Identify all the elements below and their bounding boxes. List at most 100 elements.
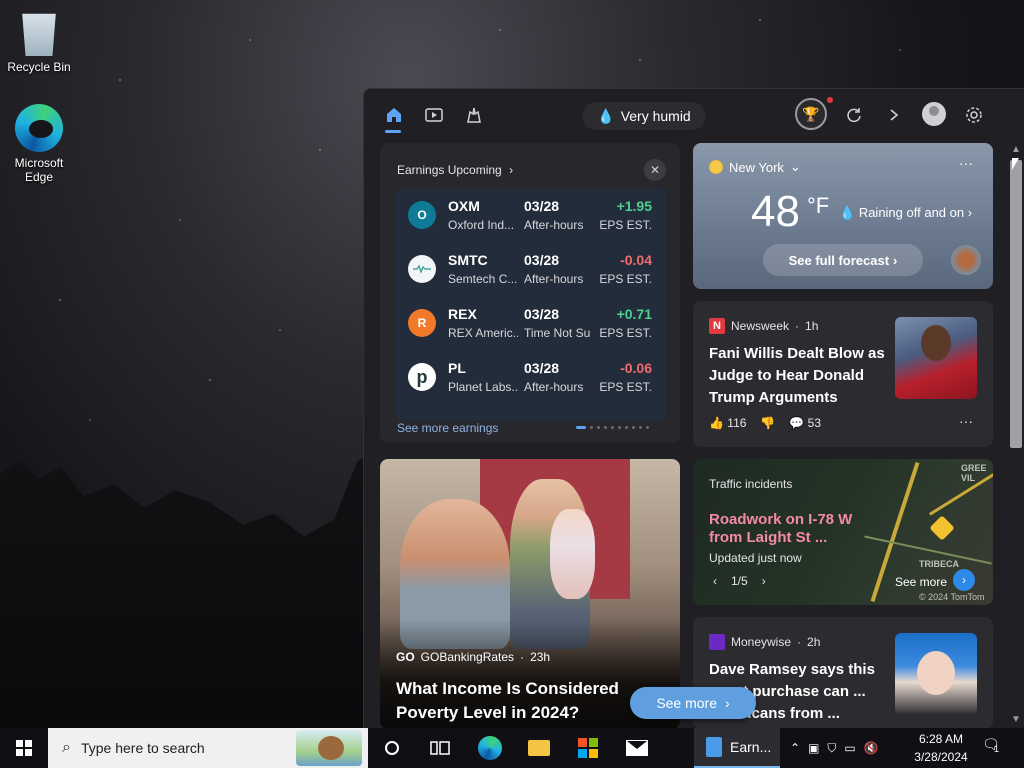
newsweek-logo-icon: N xyxy=(709,318,725,334)
desktop-recycle-bin[interactable]: Recycle Bin xyxy=(1,8,77,74)
network-icon[interactable]: ▭ xyxy=(844,741,855,755)
earnings-row[interactable]: R REX REX Americ... 03/28 Time Not Su +0… xyxy=(396,297,666,351)
taskbar-store[interactable] xyxy=(564,728,612,768)
like-button[interactable]: 👍 116 xyxy=(709,416,746,430)
traffic-pager: ‹ 1/5 › xyxy=(713,574,766,588)
games-icon[interactable] xyxy=(462,103,486,127)
earnings-card: Earnings Upcoming › ✕ O OXM Oxford Ind..… xyxy=(380,143,680,443)
store-icon xyxy=(578,738,598,758)
desktop-edge[interactable]: Microsoft Edge xyxy=(1,104,77,184)
notification-center-icon[interactable]: 🗨 1 xyxy=(982,736,1004,758)
eps-value: -0.04 xyxy=(620,252,652,268)
refresh-icon[interactable] xyxy=(842,103,866,127)
news-headline[interactable]: What Income Is Considered Poverty Level … xyxy=(396,677,636,725)
reactions-bar: 👍 116 👎 💬 53 xyxy=(709,416,821,430)
scroll-up-icon[interactable]: ▲ xyxy=(1008,142,1024,156)
earnings-row[interactable]: p PL Planet Labs... 03/28 After-hours -0… xyxy=(396,351,666,405)
chevron-up-icon[interactable]: ⌃ xyxy=(790,741,800,755)
chevron-down-icon: ⌄ xyxy=(789,159,801,174)
weather-condition[interactable]: 💧 Raining off and on › xyxy=(839,205,972,221)
home-icon[interactable] xyxy=(382,103,406,127)
earnings-time: After-hours xyxy=(524,380,584,394)
earnings-time: After-hours xyxy=(524,218,584,232)
news-headline[interactable]: Fani Willis Dealt Blow as Judge to Hear … xyxy=(709,343,889,409)
taskbar-clock[interactable]: 6:28 AM 3/28/2024 xyxy=(906,730,976,766)
video-icon[interactable] xyxy=(422,103,446,127)
roadwork-warning-icon xyxy=(929,515,955,541)
see-more-earnings-link[interactable]: See more earnings xyxy=(397,421,498,435)
company-logo: O xyxy=(408,201,436,229)
eps-value: -0.06 xyxy=(620,360,652,376)
news-card-newsweek[interactable]: N Newsweek · 1h Fani Willis Dealt Blow a… xyxy=(693,301,993,447)
earnings-date: 03/28 xyxy=(524,252,560,268)
eps-label: EPS EST. xyxy=(599,218,652,232)
taskbar-file-explorer[interactable] xyxy=(515,728,563,768)
taskbar-search-input[interactable]: ⌕ Type here to search xyxy=(48,728,368,768)
photo-baby xyxy=(550,509,595,599)
traffic-see-more[interactable]: See more xyxy=(895,575,947,589)
dislike-icon[interactable]: 👎 xyxy=(760,416,775,430)
scrollbar-thumb[interactable] xyxy=(1010,160,1022,448)
map-copyright: © 2024 TomTom xyxy=(919,592,985,602)
earnings-row[interactable]: O OXM Oxford Ind... 03/28 After-hours +1… xyxy=(396,189,666,243)
start-button[interactable] xyxy=(0,728,48,768)
company-name: Planet Labs... xyxy=(448,380,518,394)
gobankingrates-logo-icon: GO xyxy=(396,650,415,664)
clock-date: 3/28/2024 xyxy=(914,750,968,764)
news-thumbnail xyxy=(895,317,977,399)
earnings-date: 03/28 xyxy=(524,360,560,376)
taskbar-edge[interactable] xyxy=(466,728,514,768)
security-icon[interactable]: ⛉ xyxy=(827,741,836,756)
close-icon[interactable]: ✕ xyxy=(644,159,666,181)
weather-pill[interactable]: 💧 Very humid xyxy=(582,102,706,130)
partly-sunny-icon xyxy=(709,160,723,174)
company-logo xyxy=(408,255,436,283)
chevron-right-icon: › xyxy=(967,205,973,220)
weather-card[interactable]: New York ⌄ ··· 48 °F 💧 Raining off and o… xyxy=(693,143,993,289)
earnings-row[interactable]: SMTC Semtech C... 03/28 After-hours -0.0… xyxy=(396,243,666,297)
weather-map-thumbnail[interactable] xyxy=(951,245,981,275)
taskbar-earnings-app[interactable]: Earn... xyxy=(694,728,780,768)
company-logo: p xyxy=(408,363,436,391)
earnings-list: O OXM Oxford Ind... 03/28 After-hours +1… xyxy=(396,189,666,421)
scroll-down-icon[interactable]: ▼ xyxy=(1008,712,1024,726)
chevron-left-icon[interactable]: ‹ xyxy=(713,574,717,588)
cortana-button[interactable] xyxy=(368,728,416,768)
traffic-card[interactable]: GREE VIL TRIBECA © 2024 TomTom Traffic in… xyxy=(693,459,993,605)
see-more-button[interactable]: See more › xyxy=(630,687,756,719)
rewards-trophy-icon[interactable]: 🏆 xyxy=(795,98,827,130)
task-view-button[interactable] xyxy=(416,728,464,768)
settings-gear-icon[interactable] xyxy=(962,103,986,127)
more-options-icon[interactable]: ··· xyxy=(959,413,973,429)
news-thumbnail xyxy=(895,633,977,715)
clock-time: 6:28 AM xyxy=(918,732,964,746)
earnings-title[interactable]: Earnings Upcoming › xyxy=(397,163,513,177)
weather-location[interactable]: New York ⌄ xyxy=(709,159,801,175)
more-options-icon[interactable]: ··· xyxy=(959,155,973,171)
weather-pill-label: Very humid xyxy=(620,108,691,124)
comments-button[interactable]: 💬 53 xyxy=(789,416,821,430)
carousel-dots[interactable] xyxy=(576,426,649,429)
ticker-symbol: REX xyxy=(448,306,477,322)
chevron-right-icon[interactable]: › xyxy=(762,574,766,588)
arrow-right-icon[interactable]: › xyxy=(953,569,975,591)
document-icon xyxy=(706,737,722,757)
news-card-gobankingrates[interactable]: GO GOBankingRates · 23h What Income Is C… xyxy=(380,459,680,728)
see-full-forecast-button[interactable]: See full forecast › xyxy=(763,244,923,276)
ticker-symbol: SMTC xyxy=(448,252,488,268)
windows-logo-icon xyxy=(16,740,32,756)
temperature-unit: °F xyxy=(807,193,830,218)
taskbar-mail[interactable] xyxy=(613,728,661,768)
search-placeholder: Type here to search xyxy=(80,740,205,756)
moneywise-logo-icon xyxy=(709,634,725,650)
water-drop-icon: 💧 xyxy=(597,107,615,124)
chevron-right-icon: › xyxy=(725,695,730,711)
avatar[interactable] xyxy=(922,102,946,126)
traffic-headline[interactable]: Roadwork on I-78 W from Laight St ... xyxy=(709,511,879,547)
meet-now-icon[interactable]: ▣ xyxy=(808,741,819,755)
chevron-right-icon[interactable] xyxy=(882,103,906,127)
edge-icon xyxy=(478,736,502,760)
search-icon: ⌕ xyxy=(62,739,71,756)
volume-muted-icon[interactable]: 🔇 xyxy=(864,741,879,755)
mouse-cursor-icon xyxy=(1012,158,1019,170)
